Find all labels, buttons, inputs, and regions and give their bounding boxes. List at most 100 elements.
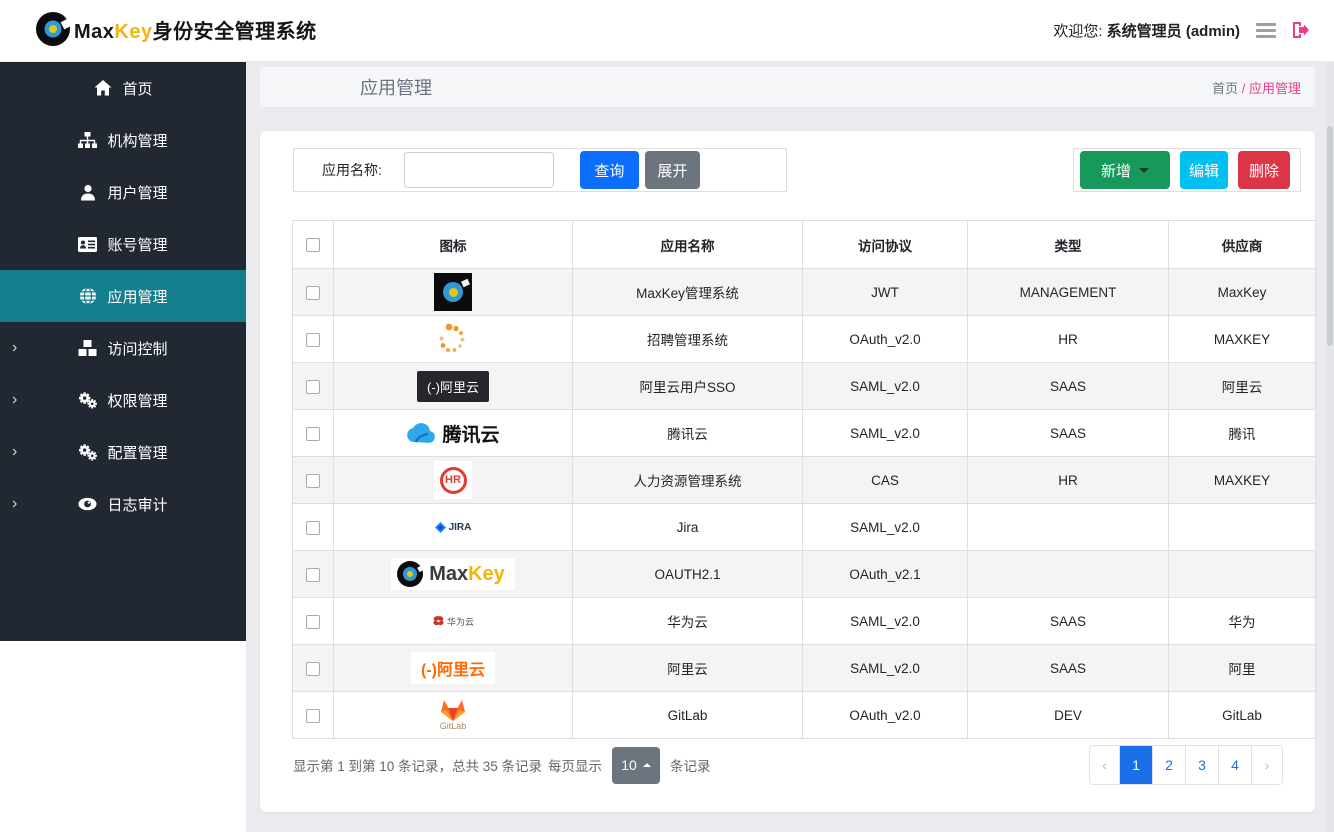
select-all-checkbox[interactable]: [306, 238, 320, 252]
table-row[interactable]: (-)阿里云 阿里云用户SSO SAML_v2.0 SAAS 阿里云: [293, 363, 1316, 410]
table-row[interactable]: 腾讯云 腾讯云 SAML_v2.0 SAAS 腾讯: [293, 410, 1316, 457]
pager: ‹ 1 2 3 4 ›: [1089, 745, 1283, 785]
sitemap-icon: [78, 131, 97, 150]
menu-toggle-icon[interactable]: [1256, 23, 1276, 39]
spinner-dots-logo-icon: [435, 321, 471, 357]
sidebar-item-access-control[interactable]: › 访问控制: [0, 322, 246, 374]
breadcrumb-current: 应用管理: [1249, 81, 1301, 96]
scrollbar[interactable]: [1326, 62, 1334, 839]
table-row[interactable]: MaxKey OAUTH2.1 OAuth_v2.1: [293, 551, 1316, 598]
sidebar-item-label: 应用管理: [107, 286, 167, 307]
sidebar-item-label: 配置管理: [107, 442, 167, 463]
table-header-row: 图标 应用名称 访问协议 类型 供应商: [293, 221, 1316, 269]
next-page-button[interactable]: ›: [1252, 746, 1282, 784]
logout-icon[interactable]: [1290, 20, 1310, 40]
row-checkbox[interactable]: [306, 615, 320, 629]
chevron-right-icon: ›: [12, 339, 17, 357]
expand-button[interactable]: 展开: [645, 151, 700, 189]
action-buttons: 新增 编辑 删除: [1073, 148, 1301, 192]
tencent-cloud-logo-icon: 腾讯云: [406, 420, 499, 447]
row-checkbox[interactable]: [306, 521, 320, 535]
sidebar-item-label: 账号管理: [107, 234, 167, 255]
sidebar-item-label: 机构管理: [107, 130, 167, 151]
aliyun-dark-logo-icon: (-)阿里云: [417, 371, 489, 402]
breadcrumb-home-link[interactable]: 首页: [1212, 81, 1238, 96]
page-size-dropdown[interactable]: 10: [612, 747, 660, 784]
user-icon: [78, 183, 97, 202]
caret-down-icon: [1139, 168, 1149, 173]
sidebar-item-label: 日志审计: [107, 494, 167, 515]
sidebar-item-accounts[interactable]: 账号管理: [0, 218, 246, 270]
pagination-summary: 显示第 1 到第 10 条记录，总共 35 条记录 每页显示 10 条记录: [293, 747, 711, 784]
globe-icon: [78, 287, 97, 306]
maxkey-dark-logo-icon: [434, 273, 472, 311]
page-button-3[interactable]: 3: [1186, 746, 1219, 784]
gitlab-logo-icon: GitLab: [440, 698, 467, 732]
huawei-cloud-logo-icon: 华为云: [432, 615, 474, 628]
bottom-strip: [0, 832, 1334, 839]
scrollbar-thumb[interactable]: [1327, 126, 1333, 346]
row-checkbox[interactable]: [306, 380, 320, 394]
app-name-input[interactable]: [404, 152, 554, 188]
page-button-2[interactable]: 2: [1153, 746, 1186, 784]
search-form: 应用名称: 查询 展开: [293, 148, 787, 192]
search-label: 应用名称:: [322, 160, 382, 180]
chevron-right-icon: ›: [12, 443, 17, 461]
sidebar-item-label: 用户管理: [107, 182, 167, 203]
delete-button[interactable]: 删除: [1238, 151, 1290, 189]
sidebar-item-audit[interactable]: › 日志审计: [0, 478, 246, 530]
col-header-vendor: 供应商: [1169, 221, 1316, 269]
sidebar-item-apps[interactable]: 应用管理: [0, 270, 246, 322]
page-button-1[interactable]: 1: [1120, 746, 1153, 784]
cogs-icon: [78, 443, 97, 462]
sidebar-item-label: 访问控制: [107, 338, 167, 359]
table-row[interactable]: GitLab GitLab OAuth_v2.0 DEV GitLab: [293, 692, 1316, 739]
sidebar-item-permissions[interactable]: › 权限管理: [0, 374, 246, 426]
row-checkbox[interactable]: [306, 286, 320, 300]
eye-icon: [78, 495, 97, 514]
table-row[interactable]: HR 人力资源管理系统 CAS HR MAXKEY: [293, 457, 1316, 504]
col-header-icon: 图标: [334, 221, 573, 269]
table-row[interactable]: JIRA Jira SAML_v2.0: [293, 504, 1316, 551]
row-checkbox[interactable]: [306, 568, 320, 582]
pagination-bar: 显示第 1 到第 10 条记录，总共 35 条记录 每页显示 10 条记录 ‹ …: [293, 745, 1283, 785]
brand-title: MaxKey身份安全管理系统: [74, 15, 317, 44]
page-button-4[interactable]: 4: [1219, 746, 1252, 784]
chevron-right-icon: ›: [12, 495, 17, 513]
edit-button[interactable]: 编辑: [1180, 151, 1228, 189]
sidebar-item-org[interactable]: 机构管理: [0, 114, 246, 166]
sidebar-item-label: 权限管理: [107, 390, 167, 411]
add-button[interactable]: 新增: [1080, 151, 1170, 189]
hr-logo-icon: HR: [434, 461, 472, 499]
page-header: 应用管理 首页 / 应用管理: [260, 67, 1315, 107]
chevron-right-icon: ›: [12, 391, 17, 409]
sidebar-item-config[interactable]: › 配置管理: [0, 426, 246, 478]
col-header-name: 应用名称: [573, 221, 803, 269]
query-button[interactable]: 查询: [580, 151, 639, 189]
row-checkbox[interactable]: [306, 427, 320, 441]
cogs-icon: [78, 391, 97, 410]
row-checkbox[interactable]: [306, 333, 320, 347]
page-title: 应用管理: [260, 74, 432, 100]
row-checkbox[interactable]: [306, 474, 320, 488]
table-row[interactable]: 招聘管理系统 OAuth_v2.0 HR MAXKEY: [293, 316, 1316, 363]
table-row[interactable]: 华为云 华为云 SAML_v2.0 SAAS 华为: [293, 598, 1316, 645]
caret-up-icon: [643, 763, 651, 767]
col-header-protocol: 访问协议: [803, 221, 968, 269]
row-checkbox[interactable]: [306, 662, 320, 676]
cubes-icon: [78, 339, 97, 358]
table-row[interactable]: MaxKey管理系统 JWT MANAGEMENT MaxKey: [293, 269, 1316, 316]
brand: MaxKey身份安全管理系统: [34, 10, 317, 48]
maxkey-full-logo-icon: MaxKey: [391, 558, 515, 590]
prev-page-button[interactable]: ‹: [1090, 746, 1120, 784]
sidebar-nav: 首页 机构管理 用户管理 账号管理 应用管理 › 访问控制 ›: [0, 62, 246, 641]
row-checkbox[interactable]: [306, 709, 320, 723]
id-card-icon: [78, 235, 97, 254]
sidebar-item-home[interactable]: 首页: [0, 62, 246, 114]
apps-panel: 应用名称: 查询 展开 新增 编辑 删除 图标 应用名称 访问协议 类型 供应商: [260, 131, 1315, 812]
maxkey-logo-icon: [34, 10, 72, 48]
welcome-text: 欢迎您: 系统管理员 (admin): [1053, 20, 1240, 41]
apps-table: 图标 应用名称 访问协议 类型 供应商 MaxKey管理系统 JWT MANAG…: [292, 220, 1316, 739]
sidebar-item-users[interactable]: 用户管理: [0, 166, 246, 218]
table-row[interactable]: (-)阿里云 阿里云 SAML_v2.0 SAAS 阿里: [293, 645, 1316, 692]
